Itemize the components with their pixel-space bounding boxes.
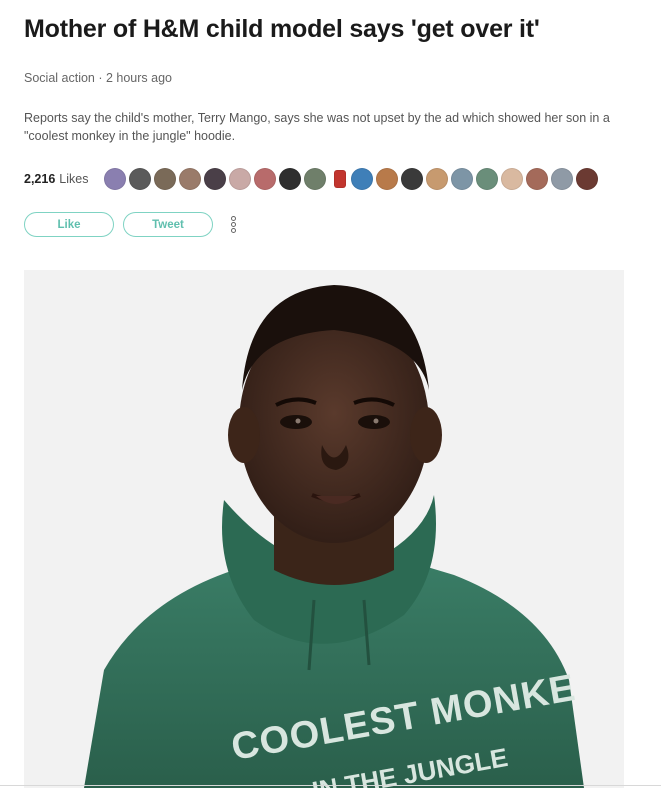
article-meta: Social action · 2 hours ago <box>24 71 173 85</box>
liker-avatar[interactable] <box>129 168 152 190</box>
likes-row: 2,216 Likes <box>24 166 601 192</box>
liker-avatar[interactable] <box>279 168 302 190</box>
article-summary: Reports say the child's mother, Terry Ma… <box>24 111 610 143</box>
liker-avatar[interactable] <box>254 168 277 190</box>
liker-avatar[interactable] <box>351 168 374 190</box>
action-bar: Like Tweet <box>24 212 240 237</box>
liker-avatar[interactable] <box>104 168 127 190</box>
liker-avatar[interactable] <box>304 168 327 190</box>
like-button[interactable]: Like <box>24 212 114 237</box>
divider <box>0 785 661 786</box>
more-options-icon[interactable] <box>226 212 240 237</box>
liker-avatar[interactable] <box>376 168 399 190</box>
liker-avatar[interactable] <box>451 168 474 190</box>
article-headline[interactable]: Mother of H&M child model says 'get over… <box>24 15 644 44</box>
likes-label: Likes <box>59 172 89 186</box>
liker-avatar[interactable] <box>179 168 202 190</box>
liker-avatar[interactable] <box>426 168 449 190</box>
article-card: Mother of H&M child model says 'get over… <box>0 0 661 788</box>
liker-avatar[interactable] <box>501 168 524 190</box>
liker-avatar[interactable] <box>551 168 574 190</box>
tweet-button[interactable]: Tweet <box>123 212 213 237</box>
liker-avatar[interactable] <box>576 168 599 190</box>
liker-avatar[interactable] <box>204 168 227 190</box>
article-photo[interactable]: COOLEST MONKE IN THE JUNGLE <box>24 270 624 788</box>
liker-avatar[interactable] <box>154 168 177 190</box>
liker-avatar[interactable] <box>229 168 252 190</box>
likes-count: 2,216 <box>24 172 56 186</box>
liker-avatar[interactable] <box>401 168 424 190</box>
liker-avatar[interactable] <box>334 170 347 188</box>
liker-avatars <box>104 168 601 190</box>
child-model-photo: COOLEST MONKE IN THE JUNGLE <box>24 270 624 788</box>
liker-avatar[interactable] <box>526 168 549 190</box>
liker-avatar[interactable] <box>476 168 499 190</box>
